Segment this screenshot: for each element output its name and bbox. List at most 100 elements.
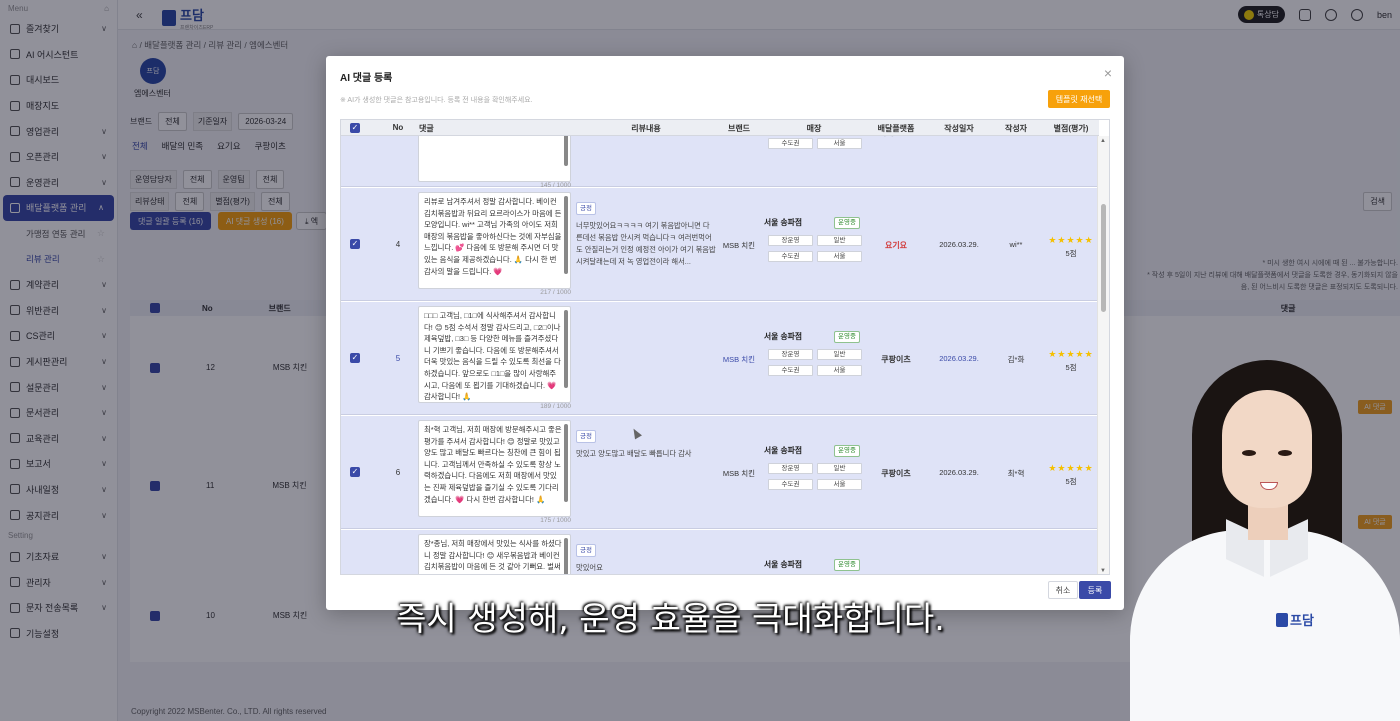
grid-header: ✓ No 댓글 리뷰내용 브랜드 매장 배달플랫폼 작성일자 작성자 별점(평가… <box>341 120 1099 136</box>
store-info: 서울 송파점 운영중 장운영 일반 수도권 서울 <box>764 445 864 505</box>
store-info: 서울 송파점 운영중 장운영 일반 수도권 서울 <box>764 559 864 574</box>
header-brand: 브랜드 <box>727 124 751 133</box>
reply-textarea[interactable]: □□□ 고객님, □1□에 식사해주셔서 감사합니다! 😊 5점 수석서 정말 … <box>418 306 571 403</box>
shirt-logo: 프담 <box>1276 610 1314 629</box>
modal-notice: ※ AI가 생성한 댓글은 참고용입니다. 등록 전 내용을 확인해주세요. <box>340 97 533 104</box>
logo-mark-icon <box>1276 612 1288 627</box>
review-content: 긍정 너무맛있어요ㅋㅋㅋㅋ 여기 볶음밥아니면 다른데선 볶음밥 안시켜 먹습니… <box>576 202 716 268</box>
reply-char-count: 175 / 1000 <box>540 517 571 524</box>
store-region-tag: 수도권 <box>768 479 813 490</box>
reply-textarea[interactable]: 리뷰로 남겨주셔서 정말 감사합니다. 베이컨 김치볶음밥과 뒤요리 요르라이스… <box>418 192 571 289</box>
row-checkbox[interactable]: ✓ <box>350 353 360 363</box>
video-subtitle: 즉시 생성해, 운영 효율을 극대화합니다. <box>396 599 945 638</box>
reply-text: □□□ 고객님, □1□에 식사해주셔서 감사합니다! 😊 5점 수석서 정말 … <box>424 311 561 402</box>
header-date: 작성일자 <box>944 124 974 133</box>
presenter-image: 프담 <box>1130 360 1400 721</box>
reply-char-count: 217 / 1000 <box>540 289 571 296</box>
store-info: 서울 송파점 운영중 장운영 일반 수도권 서울 <box>764 331 864 391</box>
review-content: 긍정 맛있어요 <box>576 544 716 574</box>
row-rating: ★★★★★ 5점 <box>1041 235 1099 259</box>
store-status-badge: 운영중 <box>834 559 860 571</box>
cancel-button[interactable]: 취소 <box>1048 581 1078 599</box>
submit-button[interactable]: 등록 <box>1079 581 1111 599</box>
store-city-tag: 서울 <box>817 251 862 262</box>
store-region-tag: 수도권 <box>768 365 813 376</box>
store-manager-tag: 장운영 <box>768 349 813 360</box>
reply-text: 최*혁 고객님, 저희 매장에 방문해주시고 좋은 평가를 주셔서 감사합니다!… <box>424 425 562 504</box>
textarea-scrollbar[interactable] <box>564 424 568 502</box>
store-info: 장운영 일반 수도권 서울 <box>764 136 864 164</box>
review-text: 맛있고 양도많고 배달도 빠릅니다 감사 <box>576 449 692 458</box>
close-icon[interactable]: × <box>1104 65 1112 81</box>
row-platform: 쿠팡이츠 <box>881 355 911 364</box>
rating-text: 5점 <box>1065 363 1077 372</box>
row-brand: MSB 치킨 <box>722 241 756 250</box>
reply-textarea[interactable]: 저 더 맛있는 음식을 드시러 오세요! 🙏 저희 매장에서는 항상 진*성님을… <box>418 136 571 182</box>
row-platform: 요기요 <box>884 241 908 250</box>
star-rating-icon: ★★★★★ <box>1048 463 1094 473</box>
row-writer: 최*혁 <box>1007 469 1025 478</box>
template-reselect-button[interactable]: 템플릿 재선택 <box>1048 90 1110 108</box>
rating-text: 5점 <box>1065 249 1077 258</box>
store-city-tag: 서울 <box>817 365 862 376</box>
store-status-badge: 운영중 <box>834 331 860 343</box>
store-status-badge: 운영중 <box>834 217 860 229</box>
row-writer: wi** <box>1009 240 1023 249</box>
ai-reply-grid: ✓ No 댓글 리뷰내용 브랜드 매장 배달플랫폼 작성일자 작성자 별점(평가… <box>340 119 1110 575</box>
textarea-scrollbar[interactable] <box>564 538 568 574</box>
select-all-checkbox[interactable]: ✓ <box>350 123 360 133</box>
reply-text: 장*종님, 저희 매장에서 맛있는 식사를 하셨다니 정말 감사합니다! 😊 새… <box>424 539 562 574</box>
row-writer: 김*화 <box>1007 355 1025 364</box>
reply-text: 리뷰로 남겨주셔서 정말 감사합니다. 베이컨 김치볶음밥과 뒤요리 요르라이스… <box>424 197 562 276</box>
row-checkbox[interactable]: ✓ <box>350 467 360 477</box>
table-row[interactable]: ✓ 7 장*종님, 저희 매장에서 맛있는 식사를 하셨다니 정말 감사합니다!… <box>341 530 1099 574</box>
review-text: 너무맛있어요ㅋㅋㅋㅋ 여기 볶음밥아니면 다른데선 볶음밥 안시켜 먹습니다ㅋ … <box>576 221 716 266</box>
store-type-tag: 일반 <box>817 463 862 474</box>
row-date: 2026.03.29. <box>939 240 979 249</box>
store-region-tag: 수도권 <box>768 138 813 149</box>
textarea-scrollbar[interactable] <box>564 136 568 166</box>
row-writer: 진*성 <box>996 136 1036 138</box>
row-checkbox[interactable]: ✓ <box>350 239 360 249</box>
row-platform: 쿠팡이츠 <box>881 469 911 478</box>
table-row[interactable]: ✓ 6 최*혁 고객님, 저희 매장에 방문해주시고 좋은 평가를 주셔서 감사… <box>341 416 1099 529</box>
modal-title: AI 댓글 등록 <box>340 73 393 84</box>
row-no: 5 <box>395 354 401 363</box>
store-region-tag: 수도권 <box>768 251 813 262</box>
star-rating-icon: ★★★★★ <box>1048 349 1094 359</box>
sentiment-badge: 긍정 <box>576 202 596 215</box>
textarea-scrollbar[interactable] <box>564 196 568 274</box>
ai-reply-modal: AI 댓글 등록 × ※ AI가 생성한 댓글은 참고용입니다. 등록 전 내용… <box>326 56 1124 610</box>
reply-textarea[interactable]: 장*종님, 저희 매장에서 맛있는 식사를 하셨다니 정말 감사합니다! 😊 새… <box>418 534 571 574</box>
store-status-badge: 운영중 <box>834 445 860 457</box>
row-no: 6 <box>395 468 401 477</box>
header-review: 리뷰내용 <box>631 124 661 133</box>
grid-scrollbar[interactable]: ▲ ▼ <box>1097 136 1109 574</box>
row-no: 4 <box>395 240 401 249</box>
store-city-tag: 서울 <box>817 479 862 490</box>
header-platform: 배달플랫폼 <box>877 124 915 133</box>
store-city-tag: 서울 <box>817 138 862 149</box>
textarea-scrollbar[interactable] <box>564 310 568 388</box>
sentiment-badge: 긍정 <box>576 544 596 557</box>
scrollbar-thumb[interactable] <box>1101 204 1106 312</box>
review-text: 맛있어요 <box>576 563 603 572</box>
header-writer: 작성자 <box>1004 124 1028 133</box>
store-info: 서울 송파점 운영중 장운영 일반 수도권 서울 <box>764 217 864 277</box>
row-date: 2026.03.29. <box>939 354 979 363</box>
table-row[interactable]: ✓ 3 저 더 맛있는 음식을 드시러 오세요! 🙏 저희 매장에서는 항상 진… <box>341 136 1099 189</box>
header-no: No <box>392 123 404 132</box>
shirt-logo-text: 프담 <box>1290 613 1314 628</box>
row-brand: MSB 치킨 <box>722 355 756 364</box>
row-platform: 쿠팡이츠 <box>871 136 921 138</box>
reply-textarea[interactable]: 최*혁 고객님, 저희 매장에 방문해주시고 좋은 평가를 주셔서 감사합니다!… <box>418 420 571 517</box>
row-brand: MSB 치킨 <box>719 136 759 138</box>
rating-text: 5점 <box>1065 477 1077 486</box>
table-row[interactable]: ✓ 4 리뷰로 남겨주셔서 정말 감사합니다. 베이컨 김치볶음밥과 뒤요리 요… <box>341 188 1099 301</box>
table-row[interactable]: ✓ 5 □□□ 고객님, □1□에 식사해주셔서 감사합니다! 😊 5점 수석서… <box>341 302 1099 415</box>
header-rating: 별점(평가) <box>1053 124 1089 133</box>
store-type-tag: 일반 <box>817 349 862 360</box>
row-date: 2026.03.29. <box>939 468 979 477</box>
grid-body[interactable]: ✓ 3 저 더 맛있는 음식을 드시러 오세요! 🙏 저희 매장에서는 항상 진… <box>341 136 1099 574</box>
row-brand: MSB 치킨 <box>722 469 756 478</box>
